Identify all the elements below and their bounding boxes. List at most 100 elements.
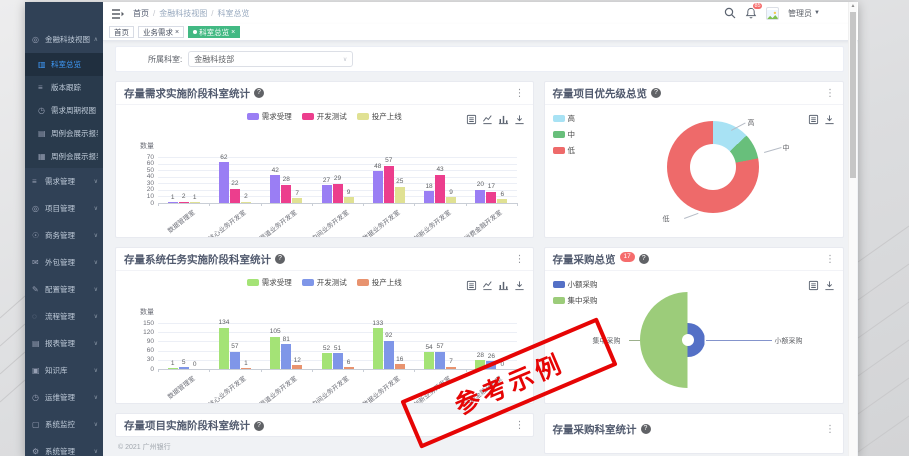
help-icon[interactable]: ? — [254, 421, 264, 431]
help-icon[interactable]: ? — [639, 254, 649, 264]
bell-icon[interactable]: 85 — [745, 7, 757, 19]
sidebar-item-dept-overview[interactable]: ▥科室总览 — [25, 53, 103, 76]
sidebar-item-report-mgmt[interactable]: ▤报表管理∨ — [25, 330, 103, 357]
scrollbar[interactable]: ▲ — [848, 2, 857, 456]
download-icon[interactable] — [824, 280, 835, 291]
line-chart-icon[interactable] — [482, 114, 493, 125]
bar-投产上线[interactable] — [395, 187, 405, 203]
legend-item[interactable]: 需求受理 — [247, 111, 292, 122]
legend-item[interactable]: 小额采购 — [553, 279, 598, 290]
bar-投产上线[interactable] — [292, 365, 302, 369]
scrollbar-thumb[interactable] — [850, 12, 856, 178]
bar-投产上线[interactable] — [446, 197, 456, 203]
bar-需求受理[interactable] — [168, 368, 178, 369]
legend-item[interactable]: 投产上线 — [357, 111, 402, 122]
legend-item[interactable]: 开发测试 — [302, 111, 347, 122]
data-view-icon[interactable] — [466, 114, 477, 125]
data-view-icon[interactable] — [466, 280, 477, 291]
sidebar-item-version-tracking[interactable]: ≡版本跟踪 — [25, 76, 103, 99]
sidebar-item-weekly-report-project[interactable]: ▤周例会展示报表-项目 — [25, 122, 103, 145]
legend-item[interactable]: 中 — [553, 129, 576, 140]
filter-label: 所属科室: — [148, 54, 182, 65]
bar-投产上线[interactable] — [446, 367, 456, 369]
legend-item[interactable]: 开发测试 — [302, 277, 347, 288]
scroll-up-icon[interactable]: ▲ — [849, 2, 857, 11]
bar-需求受理[interactable] — [373, 171, 383, 203]
card-title: 存量采购科室统计 — [553, 422, 637, 437]
legend-item[interactable]: 高 — [553, 113, 576, 124]
sidebar-item-system-mgmt[interactable]: ⚙系统管理∨ — [25, 438, 103, 456]
bar-投产上线[interactable] — [292, 198, 302, 203]
more-options-icon[interactable]: ⋮ — [825, 424, 835, 435]
legend-item[interactable]: 需求受理 — [247, 277, 292, 288]
legend-item[interactable]: 集中采购 — [553, 295, 598, 306]
download-icon[interactable] — [514, 114, 525, 125]
sidebar-item-outsourcing-mgmt[interactable]: ✉外包管理∨ — [25, 249, 103, 276]
bar-chart-icon[interactable] — [498, 280, 509, 291]
bar-投产上线[interactable] — [395, 364, 405, 369]
bar-需求受理[interactable] — [475, 190, 485, 203]
more-options-icon[interactable]: ⋮ — [515, 420, 525, 431]
bar-需求受理[interactable] — [322, 185, 332, 203]
sidebar-item-config-mgmt[interactable]: ✎配置管理∨ — [25, 276, 103, 303]
sidebar-item-knowledge-base[interactable]: ▣知识库∨ — [25, 357, 103, 384]
bar-投产上线[interactable] — [344, 367, 354, 369]
bar-投产上线[interactable] — [241, 202, 251, 203]
caret-down-icon: ▼ — [814, 10, 820, 16]
bar-需求受理[interactable] — [322, 353, 332, 369]
close-tab-icon[interactable]: × — [175, 29, 179, 36]
sidebar-item-ops-mgmt[interactable]: ◷运维管理∨ — [25, 384, 103, 411]
breadcrumb-home[interactable]: 首页 — [133, 8, 149, 19]
download-icon[interactable] — [824, 114, 835, 125]
help-icon[interactable]: ? — [651, 88, 661, 98]
help-icon[interactable]: ? — [254, 88, 264, 98]
line-chart-icon[interactable] — [482, 280, 493, 291]
sidebar-item-weekly-report-procurement[interactable]: ▦周例会展示报表-采购 — [25, 145, 103, 168]
close-tab-icon[interactable]: × — [231, 29, 235, 36]
more-options-icon[interactable]: ⋮ — [515, 88, 525, 99]
bar-投产上线[interactable] — [241, 368, 251, 369]
dept-select[interactable]: 金融科技部 ∨ — [188, 51, 353, 67]
dept-select-value: 金融科技部 — [194, 54, 234, 65]
sidebar-item-system-monitor[interactable]: ▢系统监控∨ — [25, 411, 103, 438]
search-icon[interactable] — [724, 7, 736, 19]
bar-投产上线[interactable] — [497, 199, 507, 203]
image-icon: ▦ — [38, 152, 48, 161]
target-icon: ◎ — [32, 204, 42, 213]
bar-需求受理[interactable] — [424, 191, 434, 203]
bar-开发测试[interactable] — [179, 367, 189, 369]
breadcrumb-fintech-view[interactable]: 金融科技视图 — [159, 8, 207, 19]
bar-投产上线[interactable] — [190, 202, 200, 203]
x-axis-label: 创新业务开发室 — [411, 207, 453, 238]
help-icon[interactable]: ? — [641, 424, 651, 434]
tab-business-demand[interactable]: 业务需求× — [138, 26, 184, 38]
legend-item[interactable]: 低 — [553, 145, 576, 156]
bar-投产上线[interactable] — [344, 197, 354, 203]
bar-chart-icon[interactable] — [498, 114, 509, 125]
legend-item[interactable]: 投产上线 — [357, 277, 402, 288]
data-view-icon[interactable] — [808, 280, 819, 291]
tab-home[interactable]: 首页 — [109, 26, 134, 38]
tab-label: 业务需求 — [143, 27, 173, 38]
download-icon[interactable] — [514, 280, 525, 291]
sidebar-item-fintech-view[interactable]: ◎金融科技视图∧ — [25, 26, 103, 53]
sidebar-item-project-mgmt[interactable]: ◎项目管理∨ — [25, 195, 103, 222]
more-options-icon[interactable]: ⋮ — [515, 254, 525, 265]
sidebar-item-demand-cycle-view[interactable]: ◷需求周期视图 — [25, 99, 103, 122]
help-icon[interactable]: ? — [275, 254, 285, 264]
user-menu[interactable]: 管理员 ▼ — [788, 8, 820, 19]
avatar[interactable] — [766, 7, 779, 20]
more-options-icon[interactable]: ⋮ — [825, 254, 835, 265]
data-view-icon[interactable] — [808, 114, 819, 125]
more-options-icon[interactable]: ⋮ — [825, 88, 835, 99]
sidebar-item-business-mgmt[interactable]: ☉商务管理∨ — [25, 222, 103, 249]
clock-icon: ◷ — [32, 393, 42, 402]
bar-需求受理[interactable] — [424, 352, 434, 369]
hamburger-icon[interactable] — [111, 7, 125, 19]
bar-开发测试[interactable] — [179, 202, 189, 203]
sidebar-item-demand-mgmt[interactable]: ≡需求管理∨ — [25, 168, 103, 195]
bar-需求受理[interactable] — [168, 202, 178, 203]
sidebar-item-process-mgmt[interactable]: ◌流程管理∨ — [25, 303, 103, 330]
x-axis-label: 数据管理室 — [165, 373, 197, 401]
tab-dept-overview[interactable]: 科室总览× — [188, 26, 240, 38]
